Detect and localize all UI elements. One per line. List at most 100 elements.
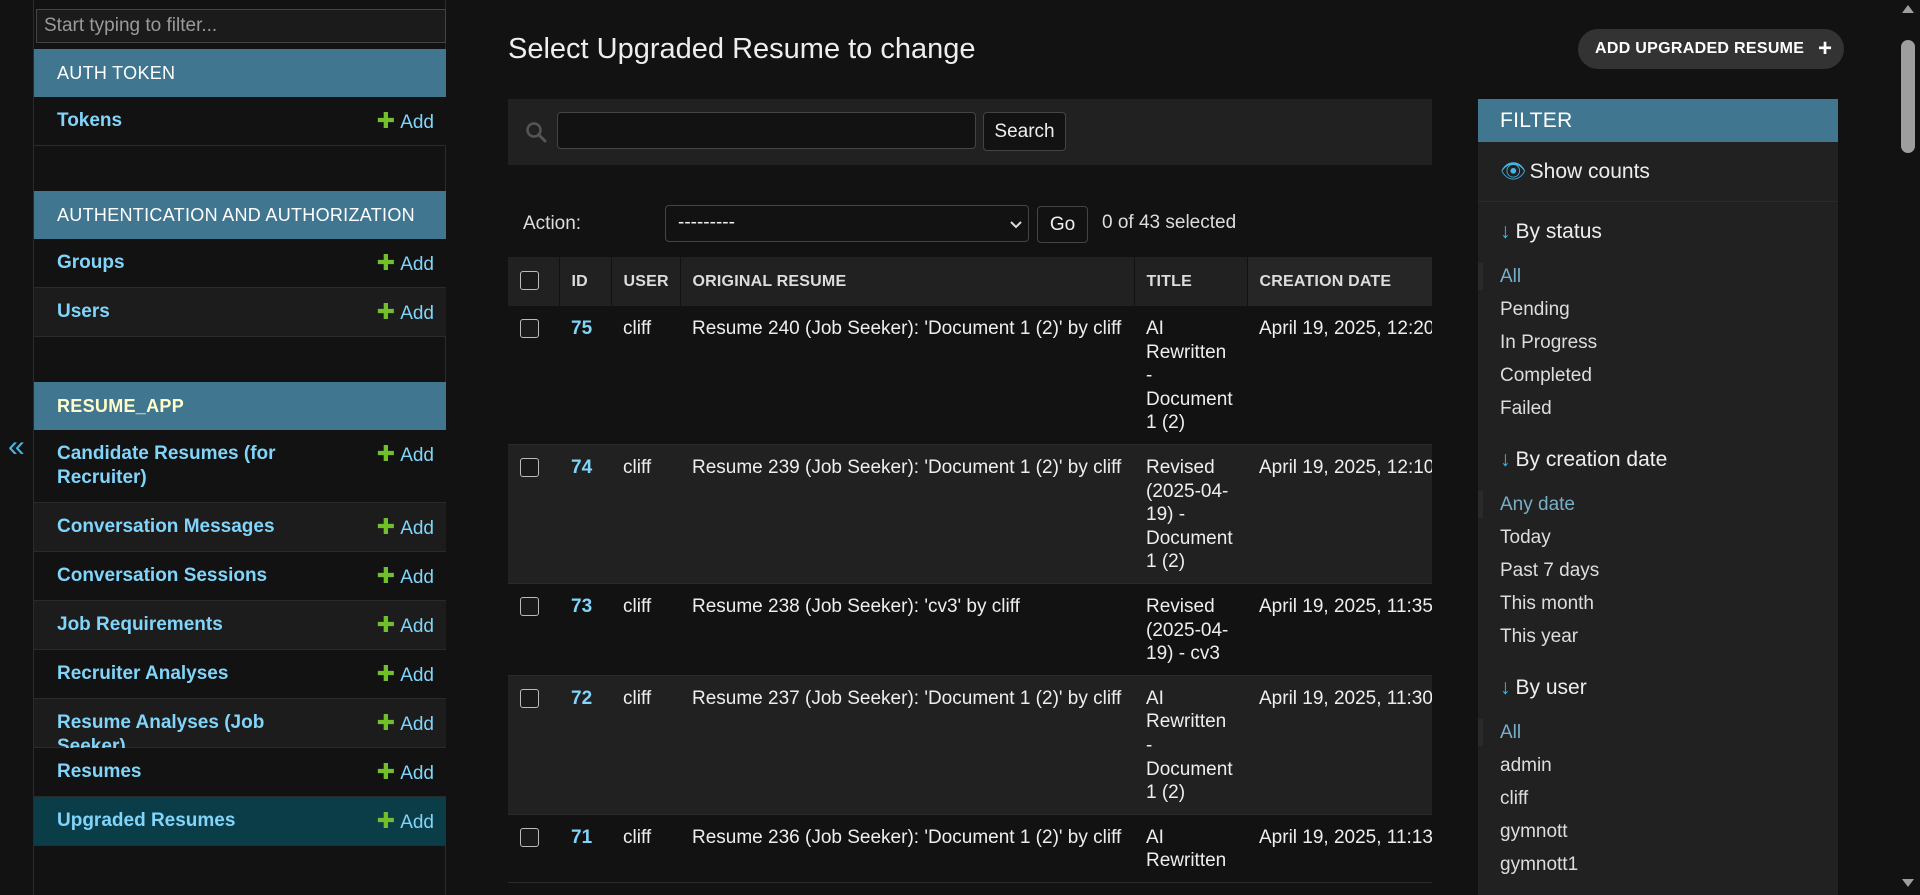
filter-option[interactable]: Pending [1500,298,1838,331]
row-original-resume: Resume 240 (Job Seeker): 'Document 1 (2)… [680,306,1134,445]
page-scrollbar[interactable] [1896,0,1920,895]
sidebar-item-label[interactable]: Resumes [57,760,317,784]
results-table-container: ID USER ORIGINAL RESUME TITLE CREATION D… [508,257,1432,895]
row-original-resume: Resume 238 (Job Seeker): 'cv3' by cliff [680,583,1134,676]
row-id-link[interactable]: 72 [571,688,592,709]
row-id-link[interactable]: 73 [571,596,592,617]
filter-option-all[interactable]: All [1478,719,1838,754]
collapse-sidebar-icon[interactable]: « [8,432,25,462]
sidebar-item-label[interactable]: Candidate Resumes (for Recruiter) [57,442,317,490]
filter-option[interactable]: This month [1500,592,1838,625]
scroll-down-icon[interactable] [1902,879,1914,887]
filter-option[interactable]: Failed [1500,397,1838,430]
filter-option[interactable]: In Progress [1500,331,1838,364]
add-link[interactable]: ✚ Add [377,300,434,326]
row-id-link[interactable]: 75 [571,318,592,339]
go-button[interactable]: Go [1037,206,1088,243]
add-link[interactable]: ✚ Add [377,251,434,277]
sidebar-item-candidate-resumes[interactable]: Candidate Resumes (for Recruiter) ✚ Add [34,430,446,503]
row-user: cliff [611,675,680,815]
sidebar-item-groups[interactable]: Groups ✚ Add [34,239,446,288]
add-link[interactable]: ✚ Add [377,760,434,786]
search-button[interactable]: Search [983,112,1066,151]
filter-option[interactable]: Past 7 days [1500,559,1838,592]
sidebar-item-label[interactable]: Tokens [57,109,317,133]
column-header-id[interactable]: ID [559,257,612,306]
nav-filter-input[interactable] [36,9,446,43]
module-authentication: AUTHENTICATION AND AUTHORIZATION Groups … [34,191,446,337]
add-link[interactable]: ✚ Add [377,711,434,737]
sidebar-item-tokens[interactable]: Tokens ✚ Add [34,97,446,146]
add-link[interactable]: ✚ Add [377,515,434,541]
plus-icon: ✚ [376,250,396,275]
results-table: ID USER ORIGINAL RESUME TITLE CREATION D… [508,257,1432,883]
row-checkbox[interactable] [520,596,539,616]
row-checkbox[interactable] [520,457,539,477]
row-user: cliff [611,583,680,676]
add-link[interactable]: ✚ Add [377,613,434,639]
filter-option[interactable]: Completed [1500,364,1838,397]
search-icon [526,122,547,143]
plus-icon: ✚ [376,808,396,833]
add-link[interactable]: ✚ Add [377,662,434,688]
row-id-link[interactable]: 71 [571,827,592,848]
search-input[interactable] [557,112,976,149]
changelist-filter: FILTER 👁 Show counts ↓ By status All Pendi… [1478,99,1838,895]
row-checkbox[interactable] [520,319,539,338]
sidebar-item-label[interactable]: Job Requirements [57,613,317,637]
scrollbar-thumb[interactable] [1901,40,1915,153]
add-link[interactable]: ✚ Add [377,564,434,590]
sidebar-item-label[interactable]: Groups [57,251,317,275]
column-header-original-resume[interactable]: ORIGINAL RESUME [680,257,1135,306]
sidebar-item-conversation-messages[interactable]: Conversation Messages ✚ Add [34,503,446,552]
select-all-checkbox[interactable] [520,270,539,290]
sidebar-item-label[interactable]: Users [57,300,317,324]
sidebar-item-label[interactable]: Recruiter Analyses [57,662,317,686]
add-link[interactable]: ✚ Add [377,809,434,835]
row-id-link[interactable]: 74 [571,457,592,478]
add-link[interactable]: ✚ Add [377,109,434,135]
filter-option-any-date[interactable]: Any date [1478,491,1838,526]
column-header-creation-date[interactable]: CREATION DATE [1247,257,1432,306]
action-label: Action: [523,213,582,234]
module-header[interactable]: AUTH TOKEN [34,49,446,97]
filter-title: FILTER [1478,99,1838,142]
scroll-up-icon[interactable] [1902,5,1914,13]
action-select[interactable]: --------- [665,205,1029,242]
row-creation-date: April 19, 2025, 11:30 [1247,675,1432,815]
row-user: cliff [611,814,680,883]
sidebar-item-resume-analyses[interactable]: Resume Analyses (Job Seeker) ✚ Add [34,699,446,757]
filter-option[interactable]: Today [1500,526,1838,559]
column-header-user[interactable]: USER [611,257,681,306]
sidebar-item-label[interactable]: Upgraded Resumes [57,809,317,833]
plus-icon: + [1817,35,1833,62]
filter-option[interactable]: gymnott [1500,820,1838,853]
select-all-cell [508,257,560,306]
filter-option[interactable]: This year [1500,625,1838,658]
filter-heading: ↓ By user [1500,676,1587,699]
sidebar-item-label[interactable]: Conversation Sessions [57,564,317,588]
sidebar-item-recruiter-analyses[interactable]: Recruiter Analyses ✚ Add [34,650,446,699]
row-checkbox[interactable] [520,827,539,847]
sidebar-item-users[interactable]: Users ✚ Add [34,288,446,337]
sidebar-item-conversation-sessions[interactable]: Conversation Sessions ✚ Add [34,552,446,601]
filter-option[interactable]: gymnott1 [1500,853,1838,886]
sidebar-item-label[interactable]: Conversation Messages [57,515,317,539]
filter-by-status: ↓ By status All Pending In Progress Compl… [1478,202,1838,430]
filter-option-all[interactable]: All [1478,263,1838,298]
page-title: Select Upgraded Resume to change [508,33,976,65]
add-link[interactable]: ✚ Add [377,442,434,468]
sidebar-item-job-requirements[interactable]: Job Requirements ✚ Add [34,601,446,650]
sidebar-toggle-column: « [0,0,34,895]
module-header[interactable]: RESUME_APP [34,382,446,430]
row-checkbox[interactable] [520,688,539,708]
show-counts-link[interactable]: 👁 Show counts [1478,142,1838,202]
column-header-title[interactable]: TITLE [1134,257,1248,306]
filter-option[interactable]: admin [1500,754,1838,787]
add-upgraded-resume-button[interactable]: ADD UPGRADED RESUME + [1578,29,1845,69]
module-header[interactable]: AUTHENTICATION AND AUTHORIZATION [34,191,446,239]
sidebar-item-resumes[interactable]: Resumes ✚ Add [34,748,446,797]
plus-icon: ✚ [376,710,396,735]
filter-option[interactable]: cliff [1500,787,1838,820]
sidebar-item-upgraded-resumes[interactable]: Upgraded Resumes ✚ Add [34,797,446,846]
